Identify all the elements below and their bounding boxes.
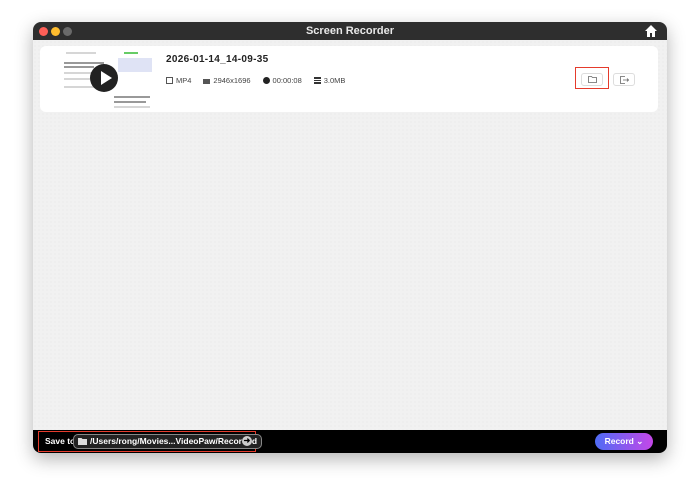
home-icon[interactable] [644, 24, 658, 38]
format-info: MP4 [166, 76, 191, 85]
recordings-list: 2026-01-14_14-09-35 MP4 2946x1696 00:00:… [33, 40, 667, 430]
bottom-bar: Save to /Users/rong/Movies...VideoPaw/Re… [33, 430, 667, 453]
save-to-label: Save to [45, 436, 76, 446]
record-button[interactable]: Record ⌄ [595, 433, 653, 450]
save-path: /Users/rong/Movies...VideoPaw/Recorded [90, 436, 258, 446]
window-title: Screen Recorder [305, 25, 395, 37]
app-window: Screen Recorder 2026-01-14_14-09-35 MP4 … [33, 22, 667, 453]
recording-name: 2026-01-14_14-09-35 [166, 54, 269, 65]
minimize-button[interactable] [51, 27, 60, 36]
open-folder-button[interactable] [581, 73, 603, 86]
save-path-field[interactable]: /Users/rong/Movies...VideoPaw/Recorded [73, 434, 263, 449]
resolution-info: 2946x1696 [203, 76, 251, 85]
duration-info: 00:00:08 [262, 76, 302, 85]
close-button[interactable] [39, 27, 48, 36]
size-info: 3.0MB [313, 76, 345, 85]
play-button[interactable] [90, 64, 118, 92]
export-button[interactable] [613, 73, 635, 86]
title-bar: Screen Recorder [33, 22, 667, 40]
film-icon [166, 77, 173, 84]
folder-icon [587, 76, 597, 83]
folder-icon [78, 438, 87, 445]
change-path-arrow-icon[interactable]: ➜ [242, 436, 252, 446]
recording-item[interactable]: 2026-01-14_14-09-35 MP4 2946x1696 00:00:… [40, 46, 658, 112]
export-icon [619, 75, 629, 84]
clock-icon [262, 77, 270, 84]
video-thumbnail[interactable] [44, 48, 158, 110]
zoom-button[interactable] [63, 27, 72, 36]
chevron-down-icon: ⌄ [636, 436, 644, 446]
monitor-icon [203, 79, 211, 84]
storage-icon [313, 77, 321, 84]
